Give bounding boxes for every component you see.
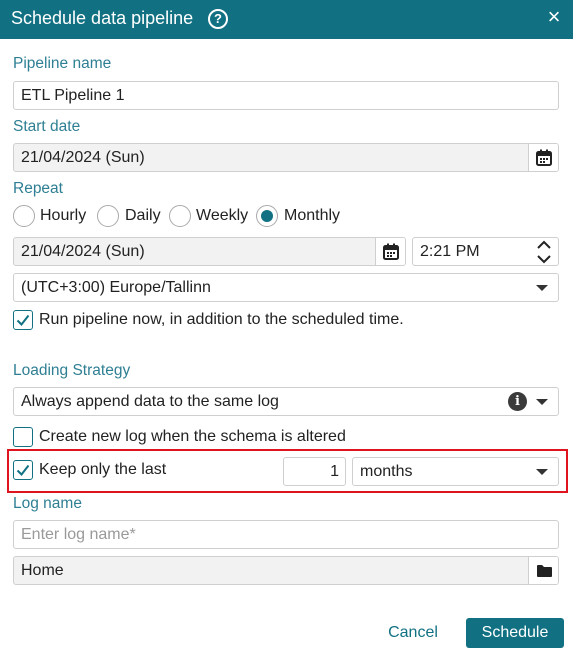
radio-monthly[interactable] bbox=[256, 205, 278, 227]
info-icon[interactable]: i bbox=[508, 392, 527, 411]
log-name-label: Log name bbox=[13, 495, 82, 512]
dialog-title-bar: Schedule data pipeline ? × bbox=[0, 0, 573, 39]
repeat-date-input[interactable]: 21/04/2024 (Sun) bbox=[13, 237, 406, 266]
chevron-down-icon bbox=[536, 469, 548, 475]
loading-strategy-select[interactable]: Always append data to the same log i bbox=[13, 387, 559, 416]
schedule-button[interactable]: Schedule bbox=[466, 618, 564, 648]
run-now-label[interactable]: Run pipeline now, in addition to the sch… bbox=[39, 310, 404, 330]
log-name-input[interactable]: Enter log name* bbox=[13, 520, 559, 549]
calendar-icon[interactable] bbox=[528, 144, 558, 171]
new-log-on-schema-label[interactable]: Create new log when the schema is altere… bbox=[39, 427, 346, 447]
folder-icon[interactable] bbox=[528, 557, 558, 584]
timezone-select[interactable]: (UTC+3:00) Europe/Tallinn bbox=[13, 273, 559, 302]
radio-monthly-label[interactable]: Monthly bbox=[284, 206, 340, 226]
radio-hourly-label[interactable]: Hourly bbox=[40, 206, 86, 226]
pipeline-name-label: Pipeline name bbox=[13, 55, 112, 72]
log-folder-value: Home bbox=[21, 562, 64, 579]
radio-daily-label[interactable]: Daily bbox=[125, 206, 161, 226]
loading-strategy-label: Loading Strategy bbox=[13, 362, 131, 379]
dialog-title: Schedule data pipeline bbox=[11, 8, 194, 28]
radio-weekly-label[interactable]: Weekly bbox=[196, 206, 248, 226]
radio-hourly[interactable] bbox=[13, 205, 35, 227]
close-icon[interactable]: × bbox=[544, 6, 564, 28]
cancel-button[interactable]: Cancel bbox=[374, 621, 452, 647]
loading-strategy-value: Always append data to the same log bbox=[21, 393, 279, 410]
timezone-value: (UTC+3:00) Europe/Tallinn bbox=[21, 279, 211, 296]
keep-last-unit-value: months bbox=[360, 463, 413, 480]
new-log-on-schema-checkbox[interactable] bbox=[13, 427, 33, 447]
time-stepper-icon[interactable] bbox=[536, 239, 552, 265]
keep-last-checkbox[interactable] bbox=[13, 460, 33, 480]
radio-daily[interactable] bbox=[97, 205, 119, 227]
repeat-time-input[interactable]: 2:21 PM bbox=[412, 237, 559, 266]
chevron-down-icon bbox=[536, 399, 548, 405]
run-now-checkbox[interactable] bbox=[13, 310, 33, 330]
calendar-icon[interactable] bbox=[375, 238, 405, 265]
keep-last-label[interactable]: Keep only the last bbox=[39, 460, 166, 480]
chevron-down-icon bbox=[536, 285, 548, 291]
start-date-label: Start date bbox=[13, 118, 81, 135]
start-date-value: 21/04/2024 (Sun) bbox=[21, 149, 145, 166]
log-folder-input[interactable]: Home bbox=[13, 556, 559, 585]
repeat-time-value: 2:21 PM bbox=[420, 243, 480, 260]
start-date-input[interactable]: 21/04/2024 (Sun) bbox=[13, 143, 559, 172]
radio-weekly[interactable] bbox=[169, 205, 191, 227]
pipeline-name-input[interactable]: ETL Pipeline 1 bbox=[13, 81, 559, 110]
keep-last-count-input[interactable]: 1 bbox=[283, 457, 346, 486]
help-icon[interactable]: ? bbox=[208, 9, 228, 29]
repeat-label: Repeat bbox=[13, 180, 63, 197]
keep-last-unit-select[interactable]: months bbox=[352, 457, 559, 486]
repeat-date-value: 21/04/2024 (Sun) bbox=[21, 243, 145, 260]
